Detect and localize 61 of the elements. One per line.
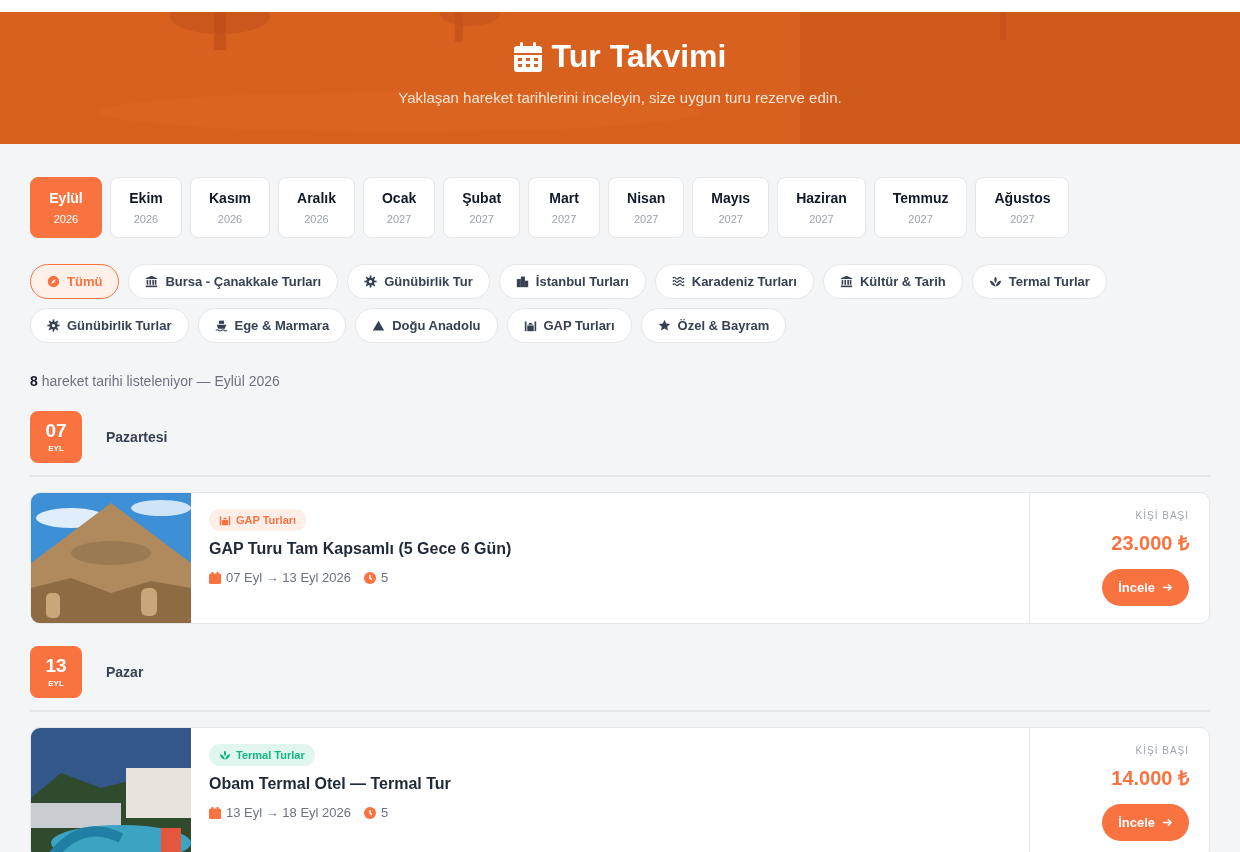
columns-icon: [145, 275, 159, 288]
star-icon: [657, 319, 671, 332]
page-subtitle: Yaklaşan hareket tarihlerini inceleyin, size uygun turu rezerve edin.: [398, 89, 842, 106]
waves-icon: [671, 275, 685, 288]
mountain-icon: [372, 319, 386, 332]
month-tab[interactable]: Haziran 2027: [777, 177, 866, 238]
arrow-icon: [1162, 817, 1173, 828]
month-tab[interactable]: Kasım 2026: [190, 177, 271, 238]
mosque-icon: [219, 514, 231, 526]
month-tab[interactable]: Ocak 2027: [362, 177, 436, 238]
columns-icon: [840, 275, 853, 288]
compass-icon: [47, 275, 60, 288]
month-tab[interactable]: Aralık 2026: [278, 177, 355, 238]
result-summary: 8 hareket tarihi listeleniyor — Eylül 2026: [30, 373, 281, 389]
category-filter[interactable]: GAP Turları: [506, 308, 632, 343]
category-filter[interactable]: Kültür & Tarih: [823, 264, 963, 299]
tour-price: 23.000 ₺: [1111, 531, 1189, 556]
month-tab[interactable]: Ağustos 2027: [975, 177, 1070, 238]
clock-icon: [364, 571, 377, 584]
lotus-icon: [988, 275, 1002, 288]
weekday-label: Pazar: [106, 664, 144, 680]
city-icon: [515, 275, 529, 288]
category-filter[interactable]: Ege & Marmara: [197, 308, 347, 343]
month-tab[interactable]: Şubat 2027: [443, 177, 521, 238]
category-filter[interactable]: Bursa - Çanakkale Turları: [128, 264, 339, 299]
month-tab[interactable]: Ekim 2026: [110, 177, 182, 238]
tour-price: 14.000 ₺: [1111, 766, 1189, 791]
tour-duration: 5: [381, 805, 389, 820]
calendar-icon: [209, 571, 221, 584]
lotus-icon: [219, 749, 231, 761]
category-filter[interactable]: Doğu Anadolu: [355, 308, 498, 343]
month-tab[interactable]: Mayıs 2027: [692, 177, 770, 238]
clock-icon: [364, 806, 377, 819]
category-filter[interactable]: Termal Turlar: [971, 264, 1107, 299]
tour-duration: 5: [381, 570, 389, 585]
tour-dates: 07 Eyl → 13 Eyl 2026: [226, 570, 352, 585]
gear-icon: [47, 319, 60, 332]
weekday-label: Pazartesi: [106, 429, 168, 445]
category-filter[interactable]: Özel & Bayram: [640, 308, 787, 343]
category-filter[interactable]: Karadeniz Turları: [654, 264, 814, 299]
category-tag: GAP Turları: [209, 509, 307, 531]
date-badge: 13 EYL: [30, 646, 82, 698]
month-tab[interactable]: Temmuz 2027: [873, 177, 968, 238]
page-title: Tur Takvimi: [551, 38, 727, 75]
tour-title: Obam Termal Otel — Termal Tur: [209, 775, 451, 793]
month-tab[interactable]: Nisan 2027: [608, 177, 685, 238]
mosque-icon: [523, 319, 537, 332]
tour-dates: 13 Eyl → 18 Eyl 2026: [226, 805, 352, 820]
category-filter[interactable]: İstanbul Turları: [498, 264, 646, 299]
category-filter[interactable]: Günübirlik Turlar: [30, 308, 189, 343]
arrow-icon: [1162, 582, 1173, 593]
month-tab[interactable]: Mart 2027: [528, 177, 601, 238]
ship-icon: [214, 319, 228, 332]
category-filter[interactable]: Günübirlik Tur: [347, 264, 490, 299]
calendar-icon: [209, 806, 221, 819]
gear-icon: [364, 275, 378, 288]
date-badge: 07 EYL: [30, 411, 82, 463]
price-label: KİŞİ BAŞI: [1135, 745, 1189, 756]
tour-title: GAP Turu Tam Kapsamlı (5 Gece 6 Gün): [209, 540, 512, 558]
price-label: KİŞİ BAŞI: [1135, 510, 1189, 521]
category-tag: Termal Turlar: [209, 744, 315, 766]
